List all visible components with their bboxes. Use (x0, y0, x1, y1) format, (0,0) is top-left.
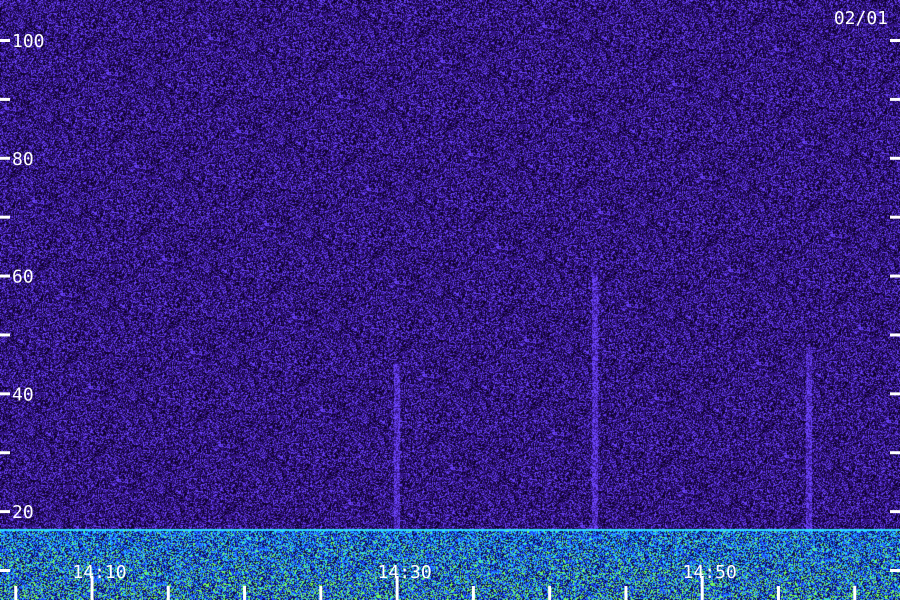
y-tick-left (0, 510, 10, 514)
x-axis: 14:10 14:30 14:50 (14, 562, 857, 600)
y-minor-tick-left (0, 215, 10, 219)
y-axis-left: 20 40 60 80 100 (0, 31, 45, 572)
y-tick-label: 80 (12, 149, 34, 170)
y-minor-tick-right (890, 451, 900, 455)
x-minor-tick (853, 586, 857, 600)
y-tick-right (890, 392, 900, 396)
y-tick-left (0, 392, 10, 396)
y-minor-tick-right (890, 569, 900, 572)
x-minor-tick (776, 586, 780, 600)
x-tick-label: 14:30 (378, 562, 432, 583)
y-minor-tick-right (890, 97, 900, 101)
x-tick-label: 14:10 (72, 562, 126, 583)
y-minor-tick-right (890, 333, 900, 337)
y-tick-left (0, 39, 10, 42)
y-minor-tick-left (0, 451, 10, 455)
y-tick-right (890, 156, 900, 160)
y-tick-left (0, 156, 10, 160)
y-tick-label: 40 (12, 384, 34, 405)
spectrogram-chart: 20 40 60 80 100 14:10 14:30 14:50 02/01 (0, 0, 900, 600)
y-minor-tick-right (890, 215, 900, 219)
y-tick-right (890, 39, 900, 42)
y-minor-tick-left (0, 569, 10, 572)
y-tick-right (890, 274, 900, 278)
y-tick-left (0, 274, 10, 278)
y-tick-right (890, 510, 900, 514)
x-minor-tick (166, 586, 170, 600)
axis-overlay: 20 40 60 80 100 14:10 14:30 14:50 02/01 (0, 8, 900, 600)
y-tick-label: 20 (12, 502, 34, 523)
x-minor-tick (548, 586, 552, 600)
x-tick-label: 14:50 (683, 562, 737, 583)
y-minor-tick-left (0, 333, 10, 337)
x-minor-tick (471, 586, 475, 600)
date-label: 02/01 (834, 8, 888, 29)
x-minor-tick (624, 586, 628, 600)
y-axis-right (890, 39, 900, 572)
x-minor-tick (14, 586, 18, 600)
x-minor-tick (243, 586, 247, 600)
y-tick-label: 100 (12, 31, 45, 52)
y-minor-tick-left (0, 97, 10, 101)
y-tick-label: 60 (12, 267, 34, 288)
x-minor-tick (319, 586, 323, 600)
